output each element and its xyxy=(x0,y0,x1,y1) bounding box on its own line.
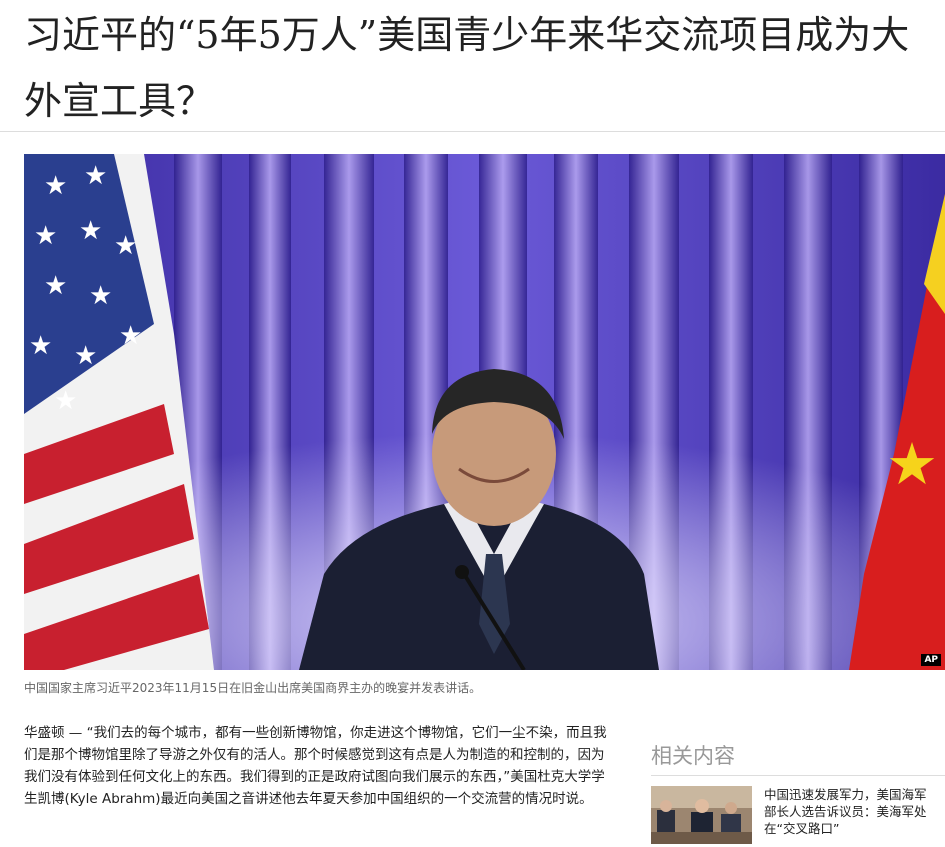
svg-text:★: ★ xyxy=(119,321,142,351)
svg-text:★: ★ xyxy=(886,430,938,498)
article-body: 华盛顿 — “我们去的每个城市，都有一些创新博物馆，你走进这个博物馆，它们一尘不… xyxy=(24,725,607,807)
related-thumbnail[interactable] xyxy=(651,786,752,844)
thumbnail-illustration xyxy=(651,786,752,844)
svg-text:★: ★ xyxy=(79,216,102,246)
svg-text:★: ★ xyxy=(89,281,112,311)
related-title: 相关内容 xyxy=(651,744,735,768)
svg-text:★: ★ xyxy=(54,386,77,416)
photo-caption: 中国国家主席习近平2023年11月15日在旧金山出席美国商界主办的晚宴并发表讲话… xyxy=(24,681,482,695)
header-divider xyxy=(0,131,945,132)
svg-text:★: ★ xyxy=(34,221,57,251)
svg-text:★: ★ xyxy=(74,341,97,371)
svg-text:★: ★ xyxy=(29,331,52,361)
related-item-title[interactable]: 中国迅速发展军力，美国海军部长人选告诉议员：美海军处在“交叉路口” xyxy=(764,786,934,844)
svg-text:★: ★ xyxy=(44,171,67,201)
related-divider xyxy=(651,775,945,776)
related-item[interactable]: 中国迅速发展军力，美国海军部长人选告诉议员：美海军处在“交叉路口” xyxy=(651,786,945,844)
photo-illustration: ★ ★ ★ ★ ★ ★ ★ ★ ★★ ★ ★ xyxy=(24,154,945,670)
article-headline: 习近平的“5年5万人”美国青少年来华交流项目成为大外宣工具？ xyxy=(24,13,910,123)
svg-text:★: ★ xyxy=(84,161,107,191)
svg-text:★: ★ xyxy=(44,271,67,301)
svg-text:★: ★ xyxy=(114,231,137,261)
photo-credit: AP xyxy=(921,654,941,666)
related-content: 相关内容 中国迅速发展军力，美国海军部长人选告诉议员：美海军处在“交叉路口” xyxy=(651,742,945,844)
article-photo[interactable]: ★ ★ ★ ★ ★ ★ ★ ★ ★ ★ ★ ★ AP xyxy=(24,154,945,670)
